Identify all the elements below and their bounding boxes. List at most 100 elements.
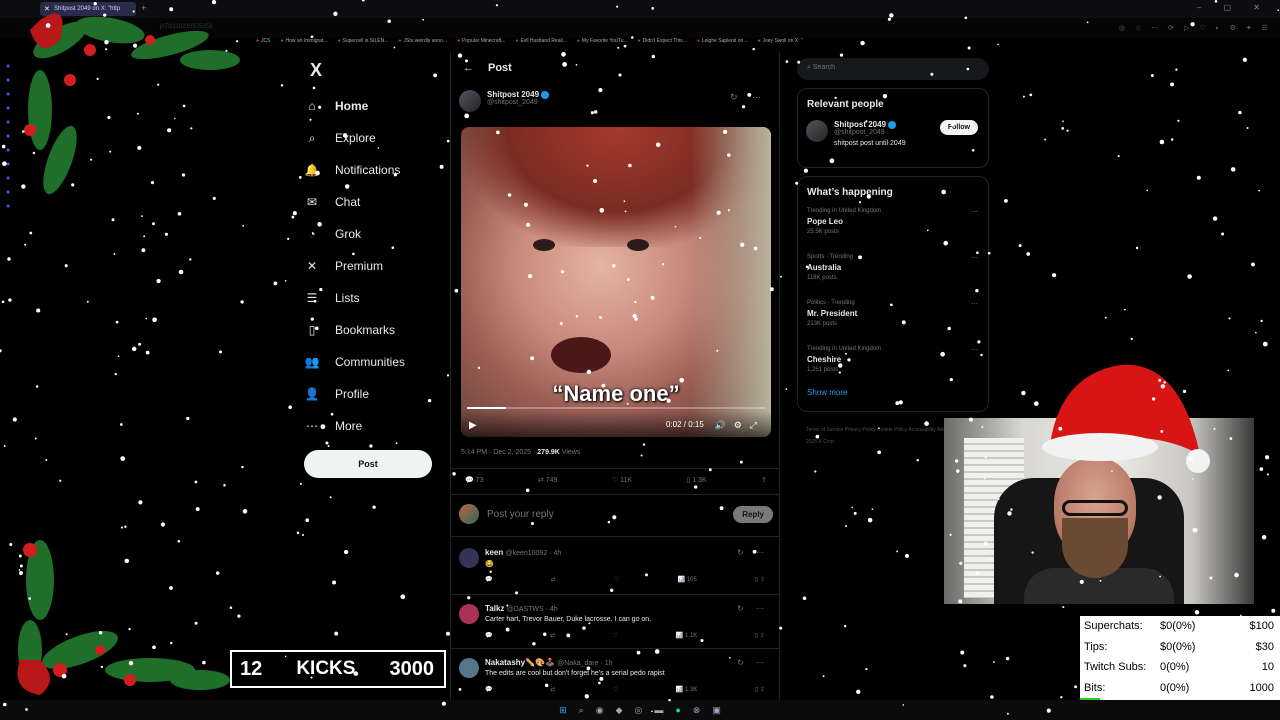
heart-icon[interactable]: ♡ xyxy=(613,632,618,639)
search-input[interactable]: ⌕ Search xyxy=(797,58,989,80)
more-icon[interactable]: ⋯ xyxy=(971,300,978,308)
reply-button[interactable]: Reply xyxy=(733,505,773,523)
trend-item[interactable]: Politics · Trending Mr. President 213K pos… xyxy=(807,300,988,336)
snowflake xyxy=(189,258,192,261)
reply-action[interactable]: 💬 73 xyxy=(465,476,483,484)
trend-item[interactable]: Sports · Trending Australia 118K posts ⋯ xyxy=(807,254,988,290)
follow-button[interactable]: Follow xyxy=(939,120,978,135)
taskbar-search-icon[interactable]: ⌕ xyxy=(579,705,584,716)
person-name[interactable]: Shitpost 2049 xyxy=(834,120,886,129)
play-icon[interactable]: ▶ xyxy=(469,420,477,431)
window-controls[interactable]: – ▢ ✕ xyxy=(1197,3,1270,12)
comment-more-icons[interactable]: ↻ ⋯ xyxy=(737,548,769,557)
snowflake xyxy=(152,317,157,323)
bookmark-icon[interactable]: ▯ ⇪ xyxy=(755,632,765,639)
bookmark-item[interactable]: Popular Minecraft... xyxy=(457,38,505,52)
heart-icon[interactable]: ♡ xyxy=(613,686,618,693)
sidebar-item-lists[interactable]: ☰ Lists xyxy=(305,282,455,314)
repost-icon[interactable]: ⇄ xyxy=(551,576,556,583)
reply-icon[interactable]: 💬 xyxy=(485,686,492,693)
taskbar-app-icon[interactable]: ◆ xyxy=(616,705,623,716)
comment-author[interactable]: keen xyxy=(485,548,503,557)
windows-start-icon[interactable]: ⊞ xyxy=(559,705,567,716)
comment-more-icons[interactable]: ↻ ⋯ xyxy=(737,658,769,667)
sidebar-item-home[interactable]: ⌂ Home xyxy=(305,90,455,122)
comment-views[interactable]: 📊 1.1K xyxy=(676,632,697,639)
spotify-icon[interactable]: ● xyxy=(675,705,680,715)
comment[interactable]: keen @keen10092 · 4h 😂 ↻ ⋯ 💬 ⇄ ♡ 📊 105 ▯ ⇪ xyxy=(459,548,773,583)
bookmark-item[interactable]: Leighe Sapienti on... xyxy=(697,38,748,52)
repost-action[interactable]: ⇄ 749 xyxy=(538,476,558,484)
sidebar-item-chat[interactable]: ✉ Chat xyxy=(305,186,455,218)
reply-icon[interactable]: 💬 xyxy=(485,576,492,583)
bookmark-icon[interactable]: ▯ ⇪ xyxy=(755,576,765,583)
show-more-link[interactable]: Show more xyxy=(807,388,988,397)
avatar[interactable] xyxy=(459,658,479,678)
bookmark-item[interactable]: JStu weirdly anno... xyxy=(398,38,447,52)
browser-sidebar-icons[interactable]: ● ● ● ● ● ● ● ● ● ● ● xyxy=(6,60,14,214)
back-arrow-icon[interactable]: ← xyxy=(463,62,474,74)
sidebar-item-profile[interactable]: 👤 Profile xyxy=(305,378,455,410)
post-timestamp[interactable]: 5:14 PM · Dec 2, 2025 · xyxy=(461,449,535,456)
sidebar-item-notifications[interactable]: 🔔 Notifications xyxy=(305,154,455,186)
repost-icon[interactable]: ⇄ xyxy=(550,686,555,693)
x-logo[interactable]: X xyxy=(310,60,322,81)
trend-item[interactable]: Trending in United Kingdom Pope Leo 25.5K … xyxy=(807,208,988,244)
bookmark-item[interactable]: Joey Swoll on X: " xyxy=(757,38,803,52)
bookmark-item[interactable]: How an Immigrat... xyxy=(280,38,328,52)
sidebar-item-communities[interactable]: 👥 Communities xyxy=(305,346,455,378)
repost-icon[interactable]: ⇄ xyxy=(550,632,555,639)
comment-author[interactable]: Nakatashy✏️🎨🕹️ xyxy=(485,658,555,667)
reply-input[interactable]: Post your reply xyxy=(487,509,733,520)
comment[interactable]: Nakatashy✏️🎨🕹️ @Naka_dare · 1h The edits… xyxy=(459,658,773,693)
more-icon[interactable]: ⋯ xyxy=(971,254,978,262)
folder-icon[interactable]: ▬ xyxy=(654,705,663,715)
goal-value: 0(0%) xyxy=(1160,661,1190,673)
bookmark-item[interactable]: Didn't Expect This... xyxy=(638,38,687,52)
taskbar-app-icon[interactable]: ◉ xyxy=(596,705,604,716)
author-handle[interactable]: @shitpost_2049 xyxy=(487,99,549,106)
comment-author[interactable]: Talkz xyxy=(485,604,504,613)
bookmark-action[interactable]: ▯ 1.3K xyxy=(686,476,706,484)
plus-icon[interactable]: + xyxy=(141,3,146,13)
sidebar-item-bookmarks[interactable]: ▯ Bookmarks xyxy=(305,314,455,346)
avatar[interactable] xyxy=(806,120,828,142)
comment-more-icons[interactable]: ↻ ⋯ xyxy=(737,604,769,613)
like-action[interactable]: ♡ 11K xyxy=(612,476,632,484)
comment-views[interactable]: 📊 105 xyxy=(678,576,697,583)
snowflake xyxy=(19,564,23,568)
reply-icon[interactable]: 💬 xyxy=(485,632,492,639)
xbox-icon[interactable]: ⊗ xyxy=(693,705,701,716)
taskbar-app-icon[interactable]: ◎ xyxy=(635,705,643,716)
more-icon[interactable]: ⋯ xyxy=(971,346,978,354)
heart-icon[interactable]: ♡ xyxy=(614,576,619,583)
browser-tab-active[interactable]: ✕ Shitpost 2049 on X: "http xyxy=(40,2,136,16)
post-button[interactable]: Post xyxy=(304,450,432,478)
video-progress-bar[interactable] xyxy=(467,407,765,409)
bookmark-item[interactable]: My Favorite YouTu... xyxy=(577,38,628,52)
browser-toolbar-icons[interactable]: ◎ ☆ ⋯ ⟳ ▷ ♡ ◐ ⚙ ✦ ☰ xyxy=(1119,24,1272,32)
bookmark-item[interactable]: Evil Husband Reali... xyxy=(515,38,566,52)
author-name[interactable]: Shitpost 2049 xyxy=(487,90,539,99)
post-author[interactable]: Shitpost 2049 @shitpost_2049 xyxy=(459,90,550,112)
sidebar-item-premium[interactable]: ✕ Premium xyxy=(305,250,455,282)
bookmark-item[interactable]: JCS xyxy=(256,38,270,52)
sidebar-item-more[interactable]: ⋯ More xyxy=(305,410,455,442)
video-player[interactable]: “Name one” ▶ 0:02 / 0:15 🔊⚙⤢ xyxy=(461,127,771,437)
bookmark-item[interactable]: Supercell is SILEN... xyxy=(337,38,389,52)
relevant-person[interactable]: Shitpost 2049 @shitpost_2049 shitpost po… xyxy=(806,120,988,147)
more-icon[interactable]: ⋯ xyxy=(971,208,978,216)
comment[interactable]: Talkz @DASTWS · 4h Carter hart, Trevor B… xyxy=(459,604,773,639)
avatar[interactable] xyxy=(459,604,479,624)
video-control-icons[interactable]: 🔊⚙⤢ xyxy=(715,420,765,431)
trend-item[interactable]: Trending in United Kingdom Cheshire 1,251 … xyxy=(807,346,988,382)
taskbar-app-icon[interactable]: ▣ xyxy=(712,705,721,716)
avatar[interactable] xyxy=(459,548,479,568)
avatar[interactable] xyxy=(459,90,481,112)
grok-and-more-icons[interactable]: ↻ ⋯ xyxy=(730,92,767,103)
sidebar-item-grok[interactable]: ◔ Grok xyxy=(305,218,455,250)
comment-views[interactable]: 📊 1.3K xyxy=(676,686,697,693)
sidebar-item-explore[interactable]: ⌕ Explore xyxy=(305,122,455,154)
share-icon[interactable]: ⇪ xyxy=(761,476,767,484)
bookmark-icon[interactable]: ▯ ⇪ xyxy=(755,686,765,693)
